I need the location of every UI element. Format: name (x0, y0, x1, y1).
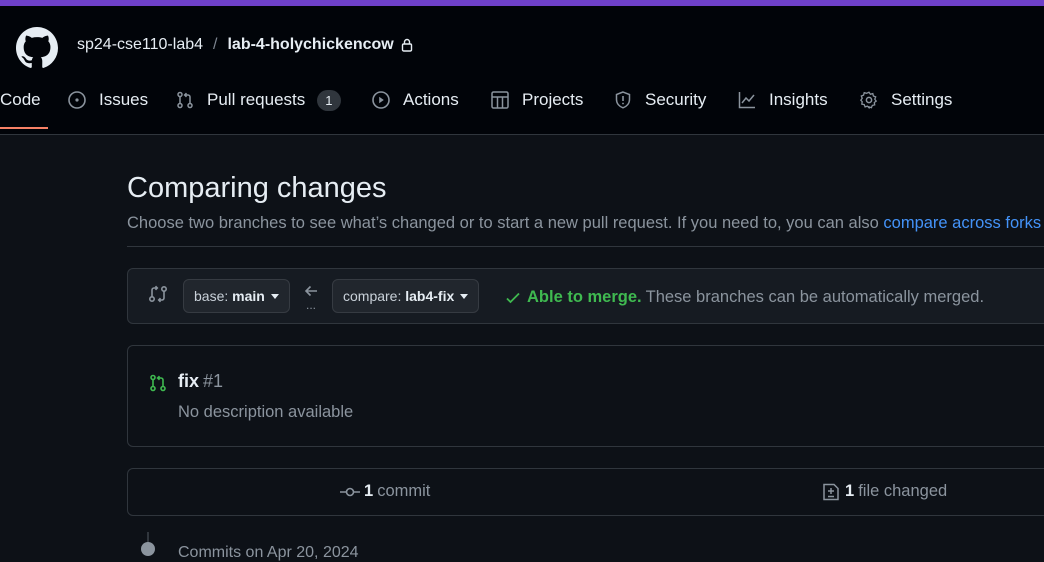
breadcrumb-repo-link[interactable]: lab-4-holychickencow (227, 36, 393, 54)
tab-settings-label: Settings (891, 90, 953, 109)
breadcrumb-owner-link[interactable]: sp24-cse110-lab4 (77, 36, 203, 54)
graph-icon (738, 92, 755, 109)
commits-on-date: Commits on Apr 20, 2024 (178, 544, 359, 561)
shield-icon (615, 91, 631, 109)
tab-insights-label: Insights (769, 90, 828, 109)
merge-status-detail: These branches can be automatically merg… (645, 288, 985, 306)
compare-branch-name: lab4-fix (405, 288, 455, 304)
file-diff-icon (823, 483, 839, 500)
merge-status: Able to merge. These branches can be aut… (505, 288, 984, 307)
tab-settings[interactable]: Settings (860, 80, 952, 120)
chevron-down-icon (270, 293, 279, 299)
existing-pull-request-box (127, 345, 1044, 447)
page-title: Comparing changes (127, 172, 387, 204)
tab-actions-label: Actions (403, 90, 459, 109)
divider (127, 246, 1044, 247)
pull-request-icon (177, 91, 193, 109)
play-icon (372, 91, 390, 109)
chevron-down-icon (460, 293, 469, 299)
files-changed-label: file changed (858, 482, 948, 500)
tab-issues-label: Issues (99, 90, 149, 109)
commits-label: commit (377, 482, 431, 500)
github-logo-icon[interactable] (16, 27, 58, 69)
page-subtitle-text: Choose two branches to see what’s change… (127, 214, 884, 232)
tab-projects[interactable]: Projects (491, 80, 583, 120)
page-subtitle: Choose two branches to see what’s change… (127, 214, 1041, 233)
arrow-left-icon (304, 285, 317, 297)
compare-branch-dropdown[interactable]: compare: lab4-fix (332, 279, 480, 313)
compare-across-forks-link[interactable]: compare across forks (883, 214, 1041, 232)
pull-request-open-icon (150, 374, 166, 392)
tab-security[interactable]: Security (614, 80, 706, 120)
tab-code-label: Code (0, 90, 41, 109)
range-dots: ... (306, 298, 317, 312)
pull-request-title: fix #1 (178, 371, 223, 392)
tab-pull-requests-label: Pull requests (207, 90, 306, 109)
check-icon (506, 292, 520, 303)
files-changed-count: 1 (845, 482, 855, 500)
tab-insights[interactable]: Insights (738, 80, 828, 120)
merge-status-label: Able to merge. (527, 288, 642, 306)
commits-stat[interactable]: 1 commit (340, 482, 430, 501)
tab-projects-label: Projects (522, 90, 584, 109)
table-icon (491, 91, 509, 109)
active-tab-underline (0, 127, 48, 129)
lock-icon (401, 38, 412, 52)
commits-count: 1 (364, 482, 374, 500)
tab-pull-requests[interactable]: Pull requests 1 (176, 80, 341, 120)
base-prefix: base: (194, 288, 229, 304)
tab-actions[interactable]: Actions (372, 80, 459, 120)
breadcrumb-separator: / (213, 36, 218, 53)
base-branch-name: main (232, 288, 265, 304)
base-branch-dropdown[interactable]: base: main (183, 279, 290, 313)
files-changed-stat[interactable]: 1 file changed (821, 482, 947, 501)
gear-icon (860, 91, 878, 109)
pull-request-number[interactable]: #1 (203, 371, 223, 391)
tab-code[interactable]: Code (0, 80, 41, 120)
pull-request-title-link[interactable]: fix (178, 371, 199, 391)
commit-icon (340, 487, 360, 496)
tab-issues[interactable]: Issues (68, 80, 148, 120)
breadcrumb: sp24-cse110-lab4 / lab-4-holychickencow (77, 36, 413, 54)
timeline-commit-dot-icon (141, 542, 155, 556)
pull-request-description: No description available (178, 403, 354, 421)
pull-requests-count-badge: 1 (317, 89, 341, 111)
issue-icon (68, 91, 86, 109)
tab-security-label: Security (645, 90, 707, 109)
compare-prefix: compare: (343, 288, 402, 304)
git-compare-icon (148, 285, 168, 303)
